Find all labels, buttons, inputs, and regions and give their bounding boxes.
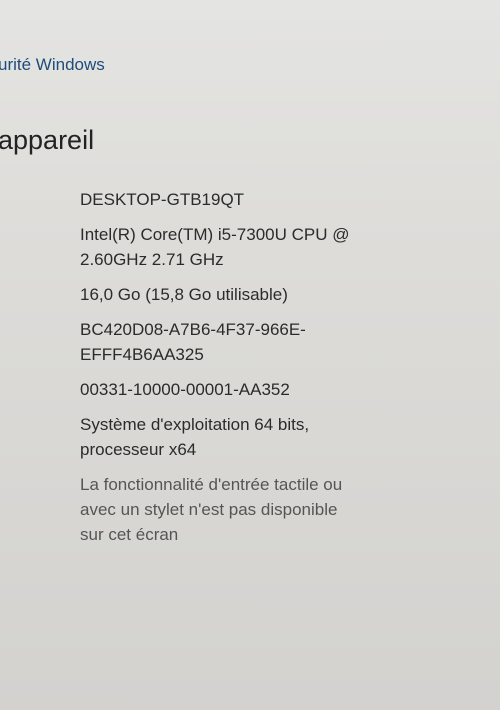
device-specifications-heading: appareil bbox=[0, 125, 95, 155]
device-name-value: DESKTOP-GTB19QT bbox=[80, 190, 245, 209]
system-type-value: Système d'exploitation 64 bits, processe… bbox=[80, 415, 310, 459]
product-id-value: 00331-10000-00001-AA352 bbox=[80, 380, 290, 399]
pen-touch-value: La fonctionnalité d'entrée tactile ou av… bbox=[80, 475, 343, 544]
device-id-value: BC420D08-A7B6-4F37-966E- EFFF4B6AA325 bbox=[80, 320, 306, 364]
windows-security-link[interactable]: urité Windows bbox=[0, 55, 105, 75]
processor-value: Intel(R) Core(TM) i5-7300U CPU @ 2.60GHz… bbox=[80, 225, 350, 269]
device-spec-list: DESKTOP-GTB19QT Intel(R) Core(TM) i5-730… bbox=[80, 187, 495, 547]
installed-ram-value: 16,0 Go (15,8 Go utilisable) bbox=[80, 285, 288, 304]
